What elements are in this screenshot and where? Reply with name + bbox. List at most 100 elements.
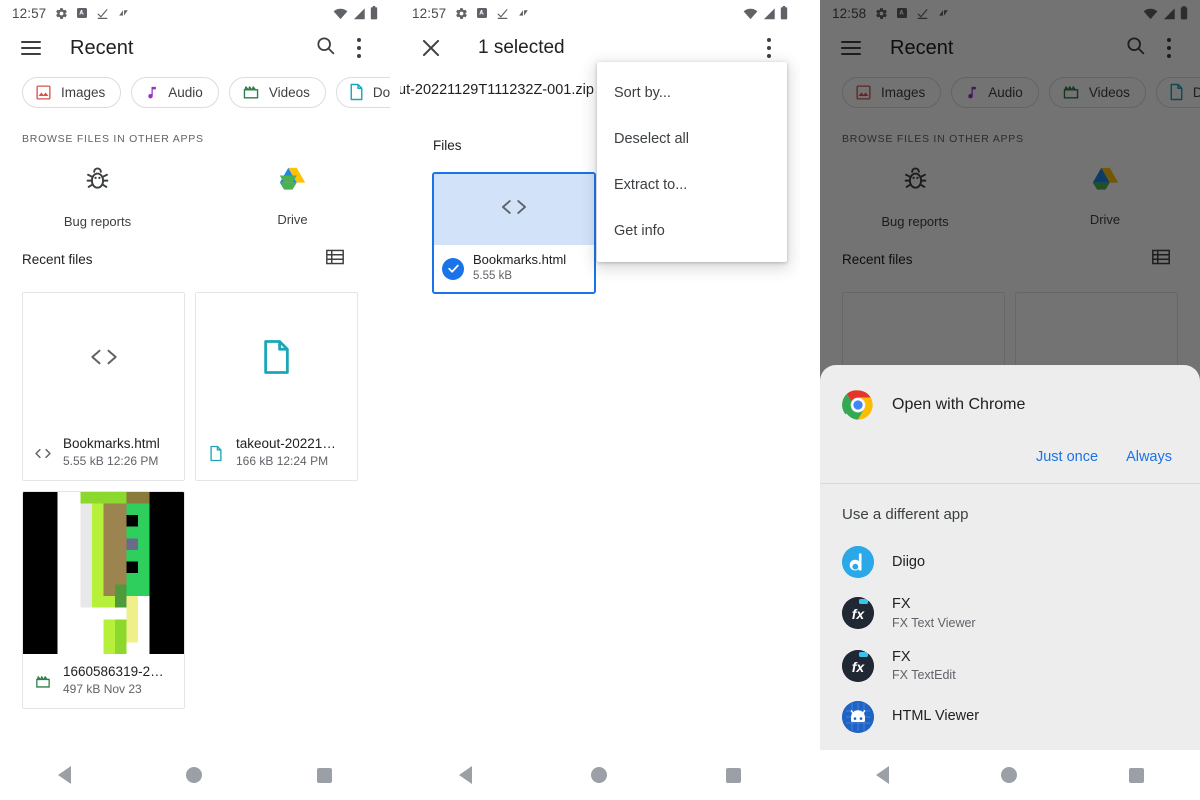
code-brackets-icon: [86, 345, 122, 374]
file-card[interactable]: Bookmarks.html 5.55 kB 12:26 PM: [22, 292, 185, 481]
recents-button[interactable]: [1129, 767, 1144, 783]
page-title: Recent: [70, 36, 134, 59]
app-toolbar: Recent: [0, 26, 390, 70]
navigation-drawer-button[interactable]: [14, 31, 48, 65]
back-button[interactable]: [876, 766, 889, 784]
more-vert-icon: [357, 38, 361, 58]
chip-label: Doc: [372, 84, 390, 100]
battery-icon: [370, 6, 378, 20]
menu-item-extract-to[interactable]: Extract to...: [597, 162, 787, 208]
file-text: Bookmarks.html 5.55 kB: [473, 252, 566, 284]
file-card[interactable]: takeout-20221… 166 kB 12:24 PM: [195, 292, 358, 481]
recents-button[interactable]: [725, 767, 741, 783]
breadcrumb[interactable]: ut-20221129T111232Z-001.zip: [400, 82, 594, 98]
list-item[interactable]: fx FX FX TextEdit: [820, 640, 1200, 692]
home-button[interactable]: [185, 767, 202, 783]
recent-files-heading: Recent files: [22, 252, 93, 267]
gear-icon: [455, 7, 468, 20]
view-toggle-button[interactable]: [326, 249, 344, 270]
bug-icon: [84, 166, 111, 198]
checkmark-download-icon: [496, 7, 509, 20]
menu-item-sort-by[interactable]: Sort by...: [597, 70, 787, 116]
back-button[interactable]: [57, 766, 71, 784]
menu-item-deselect-all[interactable]: Deselect all: [597, 116, 787, 162]
phone-panel-recent: 12:57 Recent Images Audio Videos Do BROW…: [0, 0, 390, 800]
recents-button[interactable]: [317, 767, 333, 783]
app-name: Diigo: [892, 553, 926, 570]
gear-icon: [55, 7, 68, 20]
more-vert-icon: [767, 38, 771, 58]
file-subtitle: 166 kB 12:24 PM: [236, 454, 329, 469]
music-note-icon: [144, 84, 159, 101]
file-subtitle: 5.55 kB 12:26 PM: [63, 454, 159, 469]
chip-label: Videos: [268, 84, 310, 100]
selected-file-card[interactable]: Bookmarks.html 5.55 kB: [432, 172, 596, 294]
status-left-icons: [55, 7, 130, 20]
file-thumbnail: [434, 174, 594, 245]
menu-item-get-info[interactable]: Get info: [597, 208, 787, 254]
chip-images[interactable]: Images: [22, 76, 122, 108]
filter-chip-row[interactable]: Images Audio Videos Doc: [0, 72, 390, 112]
system-nav-bar: [820, 750, 1200, 800]
checkbox-checked-icon[interactable]: [442, 257, 464, 280]
app-names: Diigo: [892, 554, 925, 571]
overflow-menu-popup: Sort by... Deselect all Extract to... Ge…: [597, 62, 787, 262]
flip-icon: [117, 7, 130, 20]
list-item[interactable]: fx FX FX Text Viewer: [820, 587, 1200, 639]
back-button[interactable]: [459, 766, 473, 784]
google-drive-icon: [279, 166, 306, 196]
overflow-menu-button[interactable]: [752, 31, 786, 65]
browse-other-apps-heading: BROWSE FILES IN OTHER APPS: [22, 133, 204, 145]
overflow-menu-button[interactable]: [342, 31, 376, 65]
alternate-app-list: Diigo fx FX FX Text Viewer fx FX FX Text…: [820, 537, 1200, 750]
document-icon: [206, 445, 226, 462]
app-secondary-name: FX Text Viewer: [892, 615, 976, 630]
file-name: 1660586319-2…: [63, 664, 164, 680]
close-icon: [418, 35, 444, 61]
app-shortcut-drive[interactable]: Drive: [195, 166, 390, 238]
app-shortcut-label: Bug reports: [63, 214, 132, 229]
recent-files-grid: Bookmarks.html 5.55 kB 12:26 PM takeout-…: [22, 292, 364, 709]
just-once-button[interactable]: Just once: [1036, 449, 1098, 465]
file-name: Bookmarks.html: [63, 436, 160, 452]
image-icon: [35, 84, 52, 101]
home-button[interactable]: [590, 767, 607, 783]
chip-label: Audio: [168, 84, 203, 100]
chip-audio[interactable]: Audio: [131, 76, 219, 108]
close-selection-button[interactable]: [414, 31, 448, 65]
file-text: 1660586319-2… 497 kB Nov 23: [63, 663, 164, 699]
list-item[interactable]: Diigo: [820, 537, 1200, 587]
code-brackets-icon: [497, 196, 531, 223]
file-name: Bookmarks.html: [473, 252, 567, 268]
file-card[interactable]: 1660586319-2… 497 kB Nov 23: [22, 491, 185, 709]
always-button[interactable]: Always: [1126, 449, 1172, 465]
file-thumbnail: [23, 492, 184, 654]
search-button[interactable]: [308, 31, 342, 65]
diigo-icon: [842, 546, 874, 579]
movie-icon: [242, 84, 260, 100]
file-meta: takeout-20221… 166 kB 12:24 PM: [196, 426, 357, 480]
chip-documents[interactable]: Doc: [335, 76, 390, 108]
open-with-bottom-sheet: Open with Chrome Just once Always Use a …: [820, 365, 1200, 750]
use-different-app-label: Use a different app: [842, 506, 969, 524]
file-text: takeout-20221… 166 kB 12:24 PM: [236, 435, 336, 471]
search-icon: [315, 35, 336, 61]
list-item[interactable]: HTML Viewer: [820, 692, 1200, 742]
battery-icon: [780, 6, 788, 20]
file-thumbnail: [23, 293, 184, 426]
status-right-icons: [333, 6, 378, 20]
app-names: FX FX TextEdit: [892, 649, 956, 683]
app-names: FX FX Text Viewer: [892, 596, 976, 630]
app-names: HTML Viewer: [892, 708, 979, 725]
flip-icon: [517, 7, 530, 20]
wifi-icon: [743, 7, 758, 20]
code-brackets-icon: [33, 447, 53, 460]
app-secondary-name: FX TextEdit: [892, 668, 956, 682]
system-nav-bar: [400, 750, 800, 800]
chip-videos[interactable]: Videos: [228, 76, 326, 108]
signal-icon: [352, 7, 366, 20]
app-shortcut-bug-reports[interactable]: Bug reports: [0, 166, 195, 238]
home-button[interactable]: [1001, 767, 1017, 783]
file-thumbnail: [196, 293, 357, 426]
svg-text:fx: fx: [852, 606, 866, 622]
